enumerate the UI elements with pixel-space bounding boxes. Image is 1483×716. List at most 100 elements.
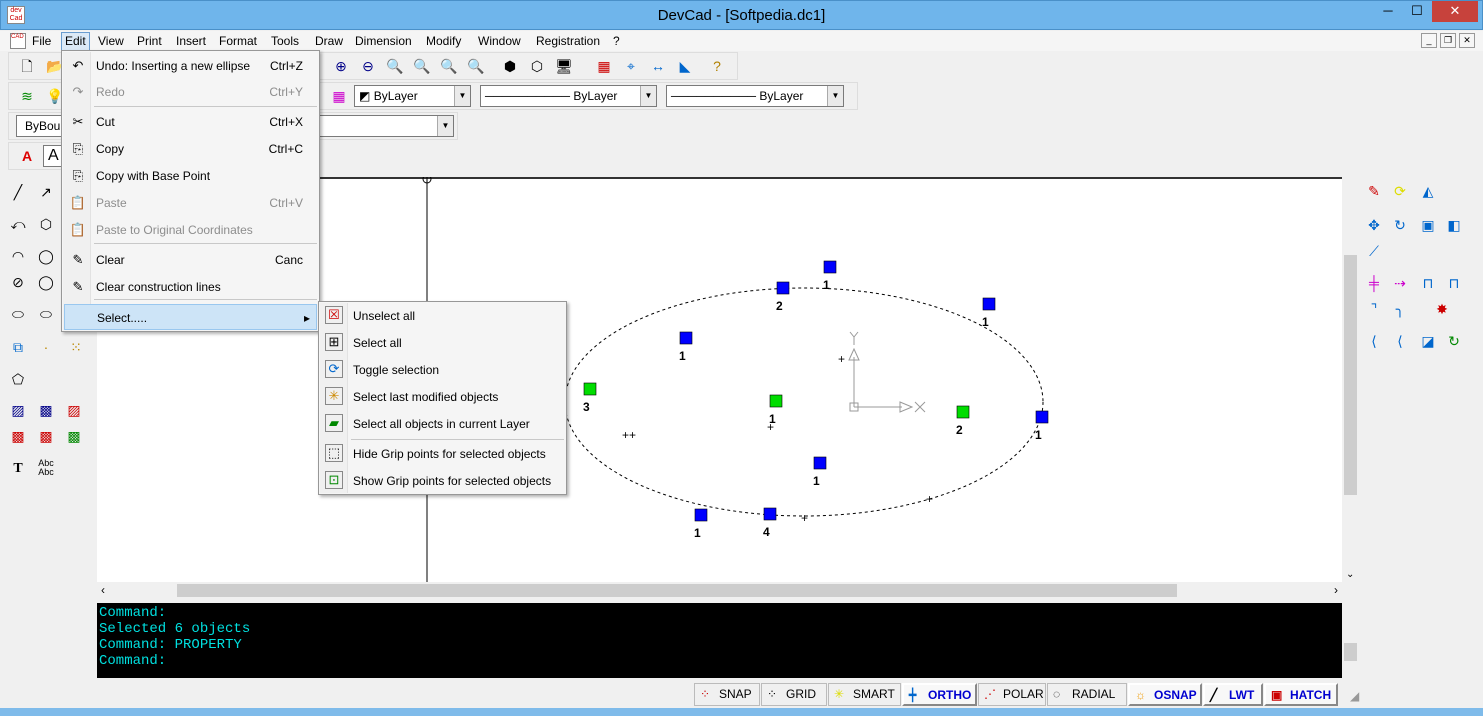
text-icon[interactable]: T: [8, 459, 28, 479]
array-icon[interactable]: ⟨: [1390, 331, 1410, 351]
gradient-icon[interactable]: ▩: [8, 426, 28, 446]
select-submenu-item[interactable]: ⬚ Hide Grip points for selected objects: [321, 441, 564, 467]
mdi-restore-button[interactable]: ❐: [1440, 33, 1456, 48]
edit-menu-item[interactable]: ↶ Undo: Inserting a new ellipse Ctrl+Z: [64, 53, 317, 79]
menu-help[interactable]: ?: [613, 34, 620, 48]
scroll-right-icon[interactable]: ›: [1334, 583, 1338, 597]
lengthen-icon[interactable]: ⟋: [1364, 241, 1384, 261]
select-submenu-item[interactable]: ☒ Unselect all: [321, 303, 564, 329]
3d-view-icon[interactable]: ⬢: [500, 56, 520, 76]
menu-modify[interactable]: Modify: [426, 34, 461, 48]
menu-print[interactable]: Print: [137, 34, 162, 48]
menu-tools[interactable]: Tools: [271, 34, 299, 48]
grid-toggle[interactable]: ⁘ GRID: [761, 683, 827, 706]
zoom-realtime-icon[interactable]: 🔍: [466, 56, 486, 76]
multiline-text-icon[interactable]: Abc Abc: [36, 459, 56, 479]
mdi-minimize-button[interactable]: _: [1421, 33, 1437, 48]
break-point-icon[interactable]: ⊓: [1444, 273, 1464, 293]
chevron-down-icon[interactable]: ▼: [640, 86, 656, 106]
move-icon[interactable]: ✥: [1364, 215, 1384, 235]
line-icon[interactable]: ╱: [8, 182, 28, 202]
gradient-boundary-icon[interactable]: ▩: [36, 426, 56, 446]
command-console[interactable]: Command: Selected 6 objects Command: PRO…: [97, 603, 1342, 678]
spline-icon[interactable]: ⬠: [8, 369, 28, 389]
polygon-icon[interactable]: ⬡: [36, 214, 56, 234]
ellipse-icon[interactable]: ⬭: [8, 304, 28, 324]
select-submenu-item[interactable]: ▰ Select all objects in current Layer: [321, 411, 564, 437]
grip-point-blue[interactable]: [813, 456, 827, 470]
console-scrollbar[interactable]: [1342, 603, 1359, 678]
menu-draw[interactable]: Draw: [315, 34, 343, 48]
grip-point-green[interactable]: [956, 405, 970, 419]
grip-point-blue[interactable]: [823, 260, 837, 274]
menu-dimension[interactable]: Dimension: [355, 34, 412, 48]
close-button[interactable]: ✕: [1432, 1, 1478, 22]
distance-icon[interactable]: ↔: [648, 56, 668, 76]
maximize-button[interactable]: ☐: [1402, 1, 1432, 22]
hatch-boundary-icon[interactable]: ▩: [36, 400, 56, 420]
chevron-down-icon[interactable]: ▼: [827, 86, 843, 106]
color-palette-icon[interactable]: ▦: [329, 86, 349, 106]
block-icon[interactable]: ⧉: [8, 337, 28, 357]
minimize-button[interactable]: ─: [1373, 1, 1403, 22]
trim-icon[interactable]: ╪: [1364, 273, 1384, 293]
construction-line-icon[interactable]: ↗: [36, 182, 56, 202]
horizontal-scroll-thumb[interactable]: [177, 584, 1177, 597]
polar-toggle[interactable]: ⋰ POLAR: [978, 683, 1046, 706]
chevron-down-icon[interactable]: ▼: [437, 116, 453, 136]
lwt-toggle[interactable]: ╱ LWT: [1203, 683, 1263, 706]
grip-point-blue[interactable]: [776, 281, 790, 295]
grip-point-blue[interactable]: [982, 297, 996, 311]
resize-grip-icon[interactable]: ◢: [1350, 689, 1359, 703]
edit-menu-item[interactable]: ✎ Clear construction lines: [64, 274, 317, 300]
fill-icon[interactable]: ▩: [64, 426, 84, 446]
fillet-icon[interactable]: ╮: [1390, 299, 1410, 319]
menu-registration[interactable]: Registration: [536, 34, 600, 48]
grip-point-blue[interactable]: [763, 507, 777, 521]
rotate-icon[interactable]: ↻: [1390, 215, 1410, 235]
scale-icon[interactable]: ▣: [1418, 215, 1438, 235]
circle-3p-icon[interactable]: ◯: [36, 272, 56, 292]
scroll-down-icon[interactable]: ⌄: [1346, 569, 1354, 580]
osnap-toggle[interactable]: ☼ OSNAP: [1128, 683, 1202, 706]
menu-view[interactable]: View: [98, 34, 124, 48]
ellipse[interactable]: [564, 287, 1044, 517]
smart-toggle[interactable]: ✳ SMART: [828, 683, 901, 706]
help-icon[interactable]: ?: [707, 56, 727, 76]
select-submenu-item[interactable]: ⊡ Show Grip points for selected objects: [321, 468, 564, 494]
zoom-extents-icon[interactable]: 🔍: [412, 56, 432, 76]
stretch-icon[interactable]: ◧: [1444, 215, 1464, 235]
polyline-icon[interactable]: ⤺: [8, 214, 28, 234]
coordinates-icon[interactable]: ⌖: [621, 56, 641, 76]
chevron-down-icon[interactable]: ▼: [454, 86, 470, 106]
color-combo[interactable]: ◩ ByLayer ▼: [354, 85, 471, 107]
ortho-toggle[interactable]: ┿ ORTHO: [902, 683, 977, 706]
horizontal-scrollbar[interactable]: ‹ ›: [97, 582, 1342, 599]
vertical-scroll-thumb[interactable]: [1344, 255, 1357, 495]
edit-menu-item[interactable]: ✂ Cut Ctrl+X: [64, 109, 317, 135]
zoom-window-icon[interactable]: 🔍: [385, 56, 405, 76]
edit-menu-item[interactable]: 📋 Paste to Original Coordinates: [64, 217, 317, 243]
radial-toggle[interactable]: ◌ RADIAL: [1047, 683, 1127, 706]
select-submenu-item[interactable]: ✳ Select last modified objects: [321, 384, 564, 410]
select-submenu-item[interactable]: ⟳ Toggle selection: [321, 357, 564, 383]
edit-menu-item[interactable]: ✎ Clear Canc: [64, 247, 317, 273]
menu-file[interactable]: File: [32, 34, 51, 48]
grip-point-blue[interactable]: [694, 508, 708, 522]
zoom-in-icon[interactable]: ⊕: [331, 56, 351, 76]
arc-icon[interactable]: ◠: [8, 246, 28, 266]
console-scroll-thumb[interactable]: [1344, 643, 1357, 661]
layers-icon[interactable]: ≋: [17, 86, 37, 106]
text-style-icon[interactable]: A: [17, 146, 37, 166]
mdi-close-button[interactable]: ✕: [1459, 33, 1475, 48]
properties-icon[interactable]: ◪: [1418, 331, 1438, 351]
circle-diameter-icon[interactable]: ⊘: [8, 272, 28, 292]
lineweight-combo[interactable]: ────────── ByLayer ▼: [666, 85, 844, 107]
points-icon[interactable]: ⁙: [66, 337, 86, 357]
render-icon[interactable]: 🖥: [554, 56, 574, 76]
mirror-icon[interactable]: ◭: [1418, 181, 1438, 201]
zoom-out-icon[interactable]: ⊖: [358, 56, 378, 76]
grip-point-blue[interactable]: [679, 331, 693, 345]
select-submenu-item[interactable]: ⊞ Select all: [321, 330, 564, 356]
break-icon[interactable]: ⊓: [1418, 273, 1438, 293]
